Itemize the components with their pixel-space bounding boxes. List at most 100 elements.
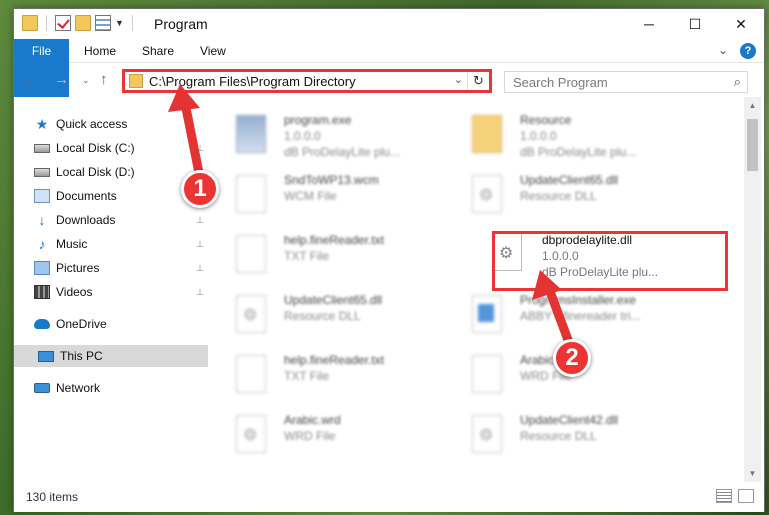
sidebar-item-quick-access[interactable]: ★ Quick access — [34, 113, 208, 135]
minimize-button[interactable]: ─ — [626, 9, 672, 39]
pin-icon[interactable]: ⊥ — [196, 263, 204, 274]
ribbon-controls: ⌄ ? — [718, 43, 756, 59]
pin-icon[interactable]: ⊥ — [196, 287, 204, 298]
this-pc-icon — [38, 350, 54, 362]
pictures-icon — [34, 261, 50, 275]
address-dropdown-chevron-icon[interactable]: ⌄ — [454, 73, 463, 86]
file-detail: WRD File — [284, 429, 336, 443]
callout-1: 1 — [181, 170, 219, 208]
divider — [131, 15, 133, 31]
details-view-icon[interactable] — [716, 489, 732, 503]
sidebar-item-label: This PC — [60, 349, 103, 363]
tab-view[interactable]: View — [200, 39, 226, 63]
folder-icon — [472, 115, 502, 153]
folder-item[interactable]: Resource 1.0.0.0 dB ProDelayLite plu... — [444, 107, 664, 165]
forward-arrow-icon[interactable]: → — [54, 71, 69, 88]
recent-locations-chevron-icon[interactable]: ⌄ — [82, 75, 90, 86]
sidebar-item-label: Documents — [56, 189, 117, 203]
view-switcher — [716, 489, 754, 503]
quick-access-toolbar: ▼ — [22, 15, 137, 31]
sidebar-item-local-disk-c[interactable]: Local Disk (C:) ⊥ — [34, 137, 208, 159]
file-item[interactable]: UpdateClient42.dll Resource DLL — [444, 407, 664, 465]
disk-icon — [34, 167, 50, 177]
sidebar-item-onedrive[interactable]: OneDrive — [34, 313, 208, 335]
file-detail: 1.0.0.0 — [284, 129, 321, 143]
sidebar-item-local-disk-d[interactable]: Local Disk (D:) — [34, 161, 208, 183]
folder-icon — [22, 15, 38, 31]
file-item[interactable]: Arabic.wrd WRD File — [208, 407, 428, 465]
sidebar-item-videos[interactable]: Videos ⊥ — [34, 281, 208, 303]
sidebar-item-network[interactable]: Network — [34, 377, 208, 399]
folder-icon — [129, 74, 143, 88]
sidebar-item-label: Music — [56, 237, 88, 251]
address-bar[interactable]: C:\Program Files\Program Directory ⌄ ↻ — [122, 69, 492, 93]
ribbon-tabs: File Home Share View ⌄ ? — [14, 39, 764, 97]
sidebar-item-this-pc[interactable]: This PC — [14, 345, 208, 367]
scroll-up-icon[interactable]: ▲ — [744, 97, 761, 114]
file-item[interactable]: SndToWP13.wcm WCM File — [208, 167, 428, 225]
file-item[interactable]: UpdateClient65.dll Resource DLL — [208, 287, 428, 345]
file-description: dB ProDelayLite plu... — [284, 145, 401, 159]
sidebar-item-pictures[interactable]: Pictures ⊥ — [34, 257, 208, 279]
file-detail: Resource DLL — [520, 429, 597, 443]
vertical-scrollbar[interactable]: ▲ ▼ — [744, 97, 761, 482]
properties-check-icon[interactable] — [55, 15, 71, 31]
new-folder-icon[interactable] — [75, 15, 91, 31]
address-path[interactable]: C:\Program Files\Program Directory — [149, 74, 356, 89]
divider — [46, 15, 47, 31]
search-box[interactable]: Search Program ⌕ — [504, 71, 748, 93]
sidebar-item-label: Network — [56, 381, 101, 395]
music-icon: ♪ — [38, 236, 46, 252]
file-name: SndToWP13.wcm — [284, 173, 379, 187]
sidebar-item-label: Pictures — [56, 261, 100, 275]
file-detail: TXT File — [284, 369, 330, 383]
sidebar-item-label: Downloads — [56, 213, 116, 227]
file-item[interactable]: help.fineReader.txt TXT File — [208, 347, 428, 405]
back-arrow-icon[interactable]: ← — [24, 71, 39, 88]
dll-icon — [472, 175, 502, 213]
file-item[interactable]: help.fineReader.txt TXT File — [208, 227, 428, 285]
file-description: dB ProDelayLite plu... — [520, 145, 637, 159]
file-item[interactable]: ProgramsInstaller.exe ABBYY finereader t… — [444, 287, 664, 345]
customize-toolbar-dropdown-icon[interactable]: ▼ — [115, 18, 124, 28]
file-explorer-window: ▼ Program ─ ☐ ✕ File Home Share View ⌄ ?… — [13, 8, 765, 512]
file-detail: TXT File — [284, 249, 330, 263]
tab-home[interactable]: Home — [84, 39, 116, 63]
pin-icon[interactable]: ⊥ — [196, 143, 204, 154]
documents-icon — [34, 189, 50, 203]
large-icons-view-icon[interactable] — [738, 489, 754, 503]
search-placeholder[interactable]: Search Program — [513, 75, 608, 90]
window-title: Program — [154, 16, 208, 32]
item-count: 130 items — [26, 490, 79, 504]
expand-ribbon-chevron-icon[interactable]: ⌄ — [718, 43, 728, 59]
sidebar-item-music[interactable]: ♪ Music ⊥ — [34, 233, 208, 255]
highlight-box — [492, 231, 728, 291]
up-arrow-icon[interactable]: ↑ — [100, 71, 108, 88]
refresh-icon[interactable]: ↻ — [467, 72, 489, 90]
document-icon — [236, 175, 266, 213]
dll-icon — [472, 415, 502, 453]
document-icon — [236, 355, 266, 393]
file-list: program.exe 1.0.0.0 dB ProDelayLite plu.… — [208, 97, 744, 482]
properties-icon[interactable] — [95, 15, 111, 31]
maximize-button[interactable]: ☐ — [672, 9, 718, 39]
status-bar: 130 items — [14, 482, 764, 512]
file-item[interactable]: program.exe 1.0.0.0 dB ProDelayLite plu.… — [208, 107, 428, 165]
file-name: UpdateClient42.dll — [520, 413, 619, 427]
help-icon[interactable]: ? — [740, 43, 756, 59]
file-detail: Resource DLL — [520, 189, 597, 203]
sidebar-item-label: OneDrive — [56, 317, 107, 331]
window-controls: ─ ☐ ✕ — [626, 9, 764, 39]
tab-share[interactable]: Share — [142, 39, 174, 63]
sidebar-item-downloads[interactable]: ↓ Downloads ⊥ — [34, 209, 208, 231]
search-icon[interactable]: ⌕ — [734, 74, 741, 90]
pin-icon[interactable]: ⊥ — [196, 215, 204, 226]
videos-icon — [34, 285, 50, 299]
scroll-thumb[interactable] — [747, 119, 758, 171]
file-item[interactable]: UpdateClient65.dll Resource DLL — [444, 167, 664, 225]
close-button[interactable]: ✕ — [718, 9, 764, 39]
onedrive-icon — [34, 319, 50, 329]
scroll-down-icon[interactable]: ▼ — [744, 465, 761, 482]
document-icon — [472, 355, 502, 393]
pin-icon[interactable]: ⊥ — [196, 239, 204, 250]
